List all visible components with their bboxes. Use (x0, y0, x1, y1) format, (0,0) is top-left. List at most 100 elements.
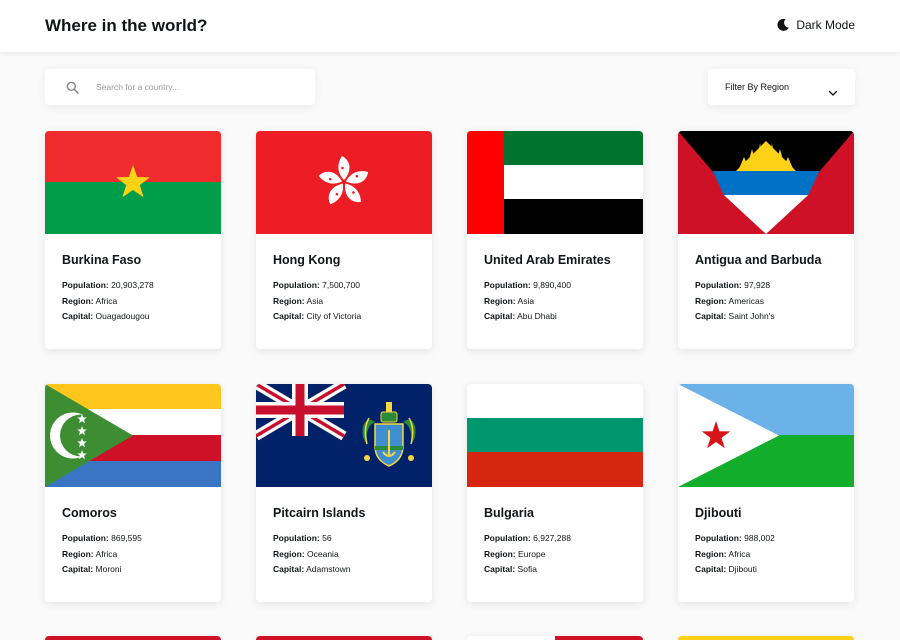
region-value: Oceania (307, 548, 339, 559)
dark-mode-label: Dark Mode (796, 18, 855, 32)
population-value: 97,928 (744, 280, 771, 290)
country-card[interactable]: Djibouti Population: 988,002 Region: Afr… (678, 384, 854, 602)
population-value: 7,500,700 (322, 280, 360, 290)
region-row: Region: Oceania (273, 547, 415, 563)
capital-label: Capital: (62, 311, 94, 321)
population-label: Population: (273, 280, 320, 290)
search-icon (66, 81, 79, 94)
capital-row: Capital: Sofia (484, 562, 626, 578)
capital-label: Capital: (62, 564, 94, 574)
country-card[interactable]: United Arab Emirates Population: 9,890,4… (467, 131, 643, 349)
capital-value: Djibouti (728, 564, 757, 574)
country-name: Antigua and Barbuda (695, 253, 822, 267)
country-name: United Arab Emirates (484, 253, 611, 267)
capital-row: Capital: Moroni (62, 562, 204, 578)
region-filter-dropdown[interactable]: Filter By Region (708, 69, 855, 105)
population-value: 988,002 (744, 533, 775, 543)
capital-value: Adamstown (306, 564, 351, 574)
capital-value: City of Victoria (306, 311, 362, 321)
country-name: Djibouti (695, 506, 742, 520)
bulgaria-flag-icon (467, 384, 643, 487)
moon-icon (776, 18, 790, 32)
capital-value: Abu Dhabi (517, 311, 557, 321)
population-label: Population: (484, 280, 531, 290)
region-label: Region: (484, 295, 516, 306)
pitcairn-flag-icon (256, 384, 432, 487)
country-card-partial[interactable] (45, 636, 221, 640)
capital-row: Capital: Djibouti (695, 562, 837, 578)
region-label: Region: (273, 295, 305, 306)
country-card[interactable]: Bulgaria Population: 6,927,288 Region: E… (467, 384, 643, 602)
capital-value: Moroni (95, 564, 122, 574)
uae-flag-icon (467, 131, 643, 234)
region-value: Asia (306, 295, 324, 306)
region-label: Region: (62, 548, 94, 559)
capital-row: Capital: Adamstown (273, 562, 415, 578)
capital-row: Capital: City of Victoria (273, 309, 415, 325)
capital-label: Capital: (484, 564, 516, 574)
country-grid: Burkina Faso Population: 20,903,278 Regi… (45, 131, 855, 602)
population-row: Population: 6,927,288 (484, 531, 626, 547)
population-label: Population: (695, 280, 742, 290)
country-card[interactable]: Antigua and Barbuda Population: 97,928 R… (678, 131, 854, 349)
region-row: Region: Asia (484, 294, 626, 310)
region-label: Region: (695, 295, 727, 306)
country-name: Burkina Faso (62, 253, 142, 267)
burkina-faso-flag-icon (45, 131, 221, 234)
capital-label: Capital: (273, 311, 305, 321)
country-card[interactable]: Hong Kong Population: 7,500,700 Region: … (256, 131, 432, 349)
region-filter-label: Filter By Region (725, 82, 790, 92)
population-label: Population: (62, 280, 109, 290)
population-row: Population: 97,928 (695, 278, 837, 294)
region-value: Africa (95, 295, 118, 306)
country-card-partial[interactable] (678, 636, 854, 640)
country-card-partial[interactable] (467, 636, 643, 640)
country-name: Bulgaria (484, 506, 535, 520)
population-value: 56 (322, 533, 332, 543)
capital-label: Capital: (273, 564, 305, 574)
region-value: Asia (517, 295, 535, 306)
search-box[interactable] (45, 69, 315, 105)
population-value: 6,927,288 (533, 533, 571, 543)
population-value: 20,903,278 (111, 280, 154, 290)
region-row: Region: Africa (62, 547, 204, 563)
population-row: Population: 7,500,700 (273, 278, 415, 294)
population-row: Population: 9,890,400 (484, 278, 626, 294)
region-label: Region: (62, 295, 94, 306)
capital-label: Capital: (695, 311, 727, 321)
capital-label: Capital: (695, 564, 727, 574)
region-value: Americas (728, 295, 764, 306)
capital-value: Ouagadougou (95, 311, 150, 321)
country-card[interactable]: Pitcairn Islands Population: 56 Region: … (256, 384, 432, 602)
region-row: Region: Americas (695, 294, 837, 310)
chevron-down-icon (828, 84, 838, 96)
capital-value: Saint John's (728, 311, 775, 321)
region-value: Africa (95, 548, 118, 559)
country-card-partial[interactable] (256, 636, 432, 640)
population-row: Population: 988,002 (695, 531, 837, 547)
country-card[interactable]: Burkina Faso Population: 20,903,278 Regi… (45, 131, 221, 349)
country-card[interactable]: Comoros Population: 869,595 Region: Afri… (45, 384, 221, 602)
region-row: Region: Asia (273, 294, 415, 310)
comoros-flag-icon (45, 384, 221, 487)
region-row: Region: Africa (695, 547, 837, 563)
country-name: Pitcairn Islands (273, 506, 366, 520)
region-value: Africa (728, 548, 751, 559)
top-header: Where in the world? Dark Mode (0, 0, 900, 52)
country-name: Comoros (62, 506, 117, 520)
search-input[interactable] (96, 82, 296, 92)
capital-row: Capital: Saint John's (695, 309, 837, 325)
capital-value: Sofia (517, 564, 537, 574)
population-row: Population: 56 (273, 531, 415, 547)
population-label: Population: (273, 533, 320, 543)
capital-label: Capital: (484, 311, 516, 321)
region-value: Europe (518, 548, 546, 559)
population-value: 9,890,400 (533, 280, 571, 290)
region-row: Region: Europe (484, 547, 626, 563)
region-label: Region: (484, 548, 516, 559)
population-row: Population: 869,595 (62, 531, 204, 547)
population-label: Population: (62, 533, 109, 543)
population-label: Population: (695, 533, 742, 543)
hong-kong-flag-icon (256, 131, 432, 234)
dark-mode-toggle[interactable]: Dark Mode (776, 18, 855, 32)
